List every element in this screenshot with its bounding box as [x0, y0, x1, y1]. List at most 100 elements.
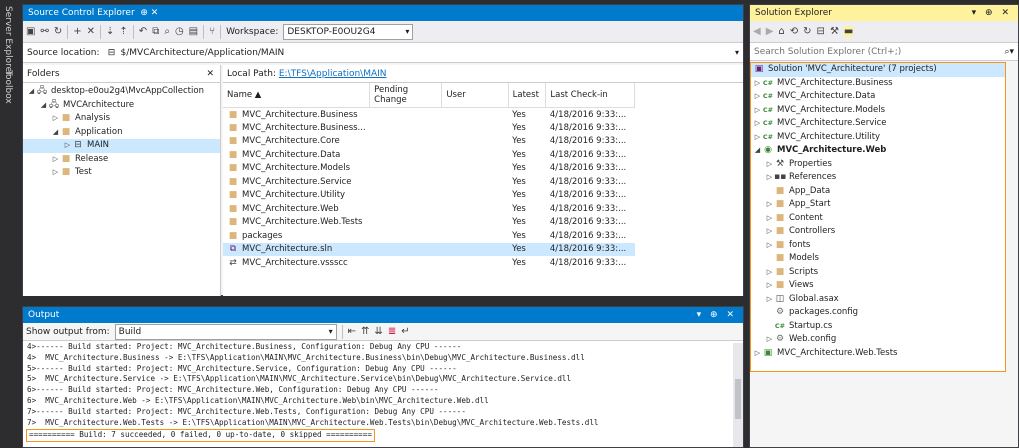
source-location-value[interactable]: $/MVCArchitecture/Application/MAIN	[121, 48, 735, 58]
expand-icon[interactable]: ▷	[765, 171, 774, 185]
table-row[interactable]: ■ MVC_Architecture.Core Yes 4/18/2016 9:33:…	[223, 135, 635, 149]
undo-icon[interactable]: ↶	[139, 26, 147, 37]
search-icon[interactable]: ⌕	[164, 26, 170, 37]
delete-icon[interactable]: ✕	[87, 26, 95, 37]
history-icon[interactable]: ◷	[175, 26, 184, 37]
folder-tree-item[interactable]: ◢ 🖧 MVCArchitecture	[23, 99, 220, 113]
table-row[interactable]: ■ MVC_Architecture.Models Yes 4/18/2016 9:3…	[223, 162, 635, 176]
column-header[interactable]: Last Check-in	[545, 83, 635, 108]
home-icon[interactable]: ⌂	[778, 26, 784, 37]
preview-icon[interactable]: ▬	[843, 26, 854, 37]
expand-icon[interactable]: ▷	[753, 131, 762, 145]
add-icon[interactable]: +	[73, 26, 81, 37]
expand-icon[interactable]: ▷	[765, 279, 774, 293]
solution-tree-item[interactable]: ▷ ▣ MVC_Architecture.Web.Tests	[751, 347, 1005, 361]
expand-icon[interactable]: ▷	[753, 117, 762, 131]
word-wrap-icon[interactable]: ↵	[401, 326, 409, 337]
table-row[interactable]: ■ MVC_Architecture.Web Yes 4/18/2016 9:33:.…	[223, 202, 635, 216]
chevron-down-icon[interactable]: ▾	[735, 48, 743, 57]
solution-tree-item[interactable]: ▷ C# MVC_Architecture.Models	[751, 104, 1005, 118]
checkout-icon[interactable]: ⇣	[106, 26, 114, 37]
solution-root[interactable]: ▣ Solution 'MVC_Architecture' (7 project…	[751, 63, 1005, 77]
expand-icon[interactable]: ▷	[765, 266, 774, 280]
expand-icon[interactable]: ▷	[765, 293, 774, 307]
forward-icon[interactable]: ▶	[766, 26, 774, 37]
checkin-icon[interactable]: ⇡	[119, 26, 127, 37]
folder-tree-item[interactable]: ▷ ■ Release	[23, 153, 220, 167]
solution-tree-item[interactable]: ▷ ■ App_Start	[751, 198, 1005, 212]
solution-tree-item[interactable]: ▷ ■ Scripts	[751, 266, 1005, 280]
solution-search-input[interactable]: Search Solution Explorer (Ctrl+;)	[754, 47, 901, 57]
expand-icon[interactable]: ▷	[765, 239, 774, 253]
output-window-controls[interactable]: ▾ ⊕ ✕	[697, 307, 743, 323]
expand-icon[interactable]: ▷	[753, 90, 762, 104]
expand-icon[interactable]: ▷	[765, 333, 774, 347]
collapse-icon[interactable]: ◢	[753, 144, 762, 158]
expand-icon[interactable]: ▷	[753, 104, 762, 118]
solution-tree-item[interactable]: ⚙ packages.config	[751, 306, 1005, 320]
close-icon[interactable]: ✕	[206, 69, 220, 79]
branch-icon[interactable]: ⑂	[209, 26, 215, 37]
table-row[interactable]: ■ packages Yes 4/18/2016 9:33:...	[223, 229, 635, 243]
solution-tree-item[interactable]: ▷ ⚙ Web.config	[751, 333, 1005, 347]
solution-tree-item[interactable]: ▷ ■ Controllers	[751, 225, 1005, 239]
prev-message-icon[interactable]: ⇈	[361, 326, 369, 337]
folder-tree-item[interactable]: ◢ 🖧 desktop-e0ou2g4\MvcAppCollection	[23, 85, 220, 99]
folder-tree-item[interactable]: ▷ ■ Test	[23, 166, 220, 180]
show-output-combo[interactable]: Build ▾	[114, 323, 337, 340]
collapse-icon[interactable]: ◢	[39, 99, 48, 113]
table-row[interactable]: ■ MVC_Architecture.Service Yes 4/18/2016 9:…	[223, 175, 635, 189]
expand-icon[interactable]: ▷	[63, 139, 72, 153]
expand-icon[interactable]: ▷	[51, 112, 60, 126]
solution-tree-item[interactable]: ▷ ▪▪ References	[751, 171, 1005, 185]
solution-tree-item[interactable]: ▷ ■ fonts	[751, 239, 1005, 253]
expand-icon[interactable]: ▷	[765, 198, 774, 212]
local-path-link[interactable]: E:\TFS\Application\MAIN	[279, 69, 387, 79]
solution-tree-item[interactable]: ▷ ■ Content	[751, 212, 1005, 226]
solution-tree-item[interactable]: ▷ ◫ Global.asax	[751, 293, 1005, 307]
scrollbar-thumb[interactable]	[735, 379, 741, 419]
folder-tree-item[interactable]: ▷ ⊟ MAIN	[23, 139, 220, 153]
expand-icon[interactable]: ▷	[765, 212, 774, 226]
new-folder-icon[interactable]: ▣	[26, 26, 35, 37]
mapping-icon[interactable]: ⚯	[40, 26, 48, 37]
table-row[interactable]: ■ MVC_Architecture.Business... Yes 4/18/201…	[223, 121, 635, 135]
table-row[interactable]: ■ MVC_Architecture.Business Yes 4/18/2016 9…	[223, 108, 635, 122]
solution-tree-item[interactable]: ■ Models	[751, 252, 1005, 266]
solution-tree-item[interactable]: ▷ C# MVC_Architecture.Business	[751, 77, 1005, 91]
table-row[interactable]: ⇄ MVC_Architecture.vssscc Yes 4/18/2016 9:3…	[223, 256, 635, 270]
solution-tree-item[interactable]: ▷ ⚒ Properties	[751, 158, 1005, 172]
sce-pin-close[interactable]: ⊕ ✕	[140, 8, 158, 18]
refresh-icon[interactable]: ↻	[54, 26, 62, 37]
column-header[interactable]: Pending Change	[369, 83, 443, 108]
collapse-icon[interactable]: ⊟	[817, 26, 825, 37]
column-header[interactable]: Latest	[508, 83, 547, 108]
compare-icon[interactable]: ⧉	[152, 26, 159, 37]
solution-tree-item[interactable]: ■ App_Data	[751, 185, 1005, 199]
solution-tree-item[interactable]: ▷ C# MVC_Architecture.Service	[751, 117, 1005, 131]
column-header[interactable]: Name ▲	[223, 83, 371, 108]
collapse-icon[interactable]: ◢	[27, 85, 36, 99]
solution-search-box[interactable]: Search Solution Explorer (Ctrl+;) ⌕▾	[750, 43, 1018, 61]
expand-icon[interactable]: ▷	[765, 225, 774, 239]
expand-icon[interactable]: ▷	[765, 158, 774, 172]
clear-all-icon[interactable]: ≣	[388, 326, 396, 337]
find-message-icon[interactable]: ⇤	[348, 326, 356, 337]
solution-window-controls[interactable]: ▾ ⊕ ✕	[972, 5, 1018, 21]
collapse-icon[interactable]: ◢	[51, 126, 60, 140]
solution-tree-item[interactable]: ▷ C# MVC_Architecture.Utility	[751, 131, 1005, 145]
next-message-icon[interactable]: ⇊	[374, 326, 382, 337]
table-row[interactable]: ■ MVC_Architecture.Data Yes 4/18/2016 9:33:…	[223, 148, 635, 162]
server-explorer-tab[interactable]: Server Explorer	[3, 6, 13, 76]
folder-tree-item[interactable]: ◢ ■ Application	[23, 126, 220, 140]
table-row[interactable]: ⧉ MVC_Architecture.sln Yes 4/18/2016 9:33:.…	[223, 242, 635, 256]
expand-icon[interactable]: ▷	[753, 77, 762, 91]
expand-icon[interactable]: ▷	[51, 153, 60, 167]
column-header[interactable]: User	[441, 83, 509, 108]
solution-tree-item[interactable]: ▷ ■ Views	[751, 279, 1005, 293]
properties-icon[interactable]: ⚒	[830, 26, 839, 37]
expand-icon[interactable]: ▷	[51, 166, 60, 180]
table-row[interactable]: ■ MVC_Architecture.Web.Tests Yes 4/18/2016 …	[223, 216, 635, 230]
sync-icon[interactable]: ⟲	[790, 26, 798, 37]
table-row[interactable]: ■ MVC_Architecture.Utility Yes 4/18/2016 9:…	[223, 189, 635, 203]
